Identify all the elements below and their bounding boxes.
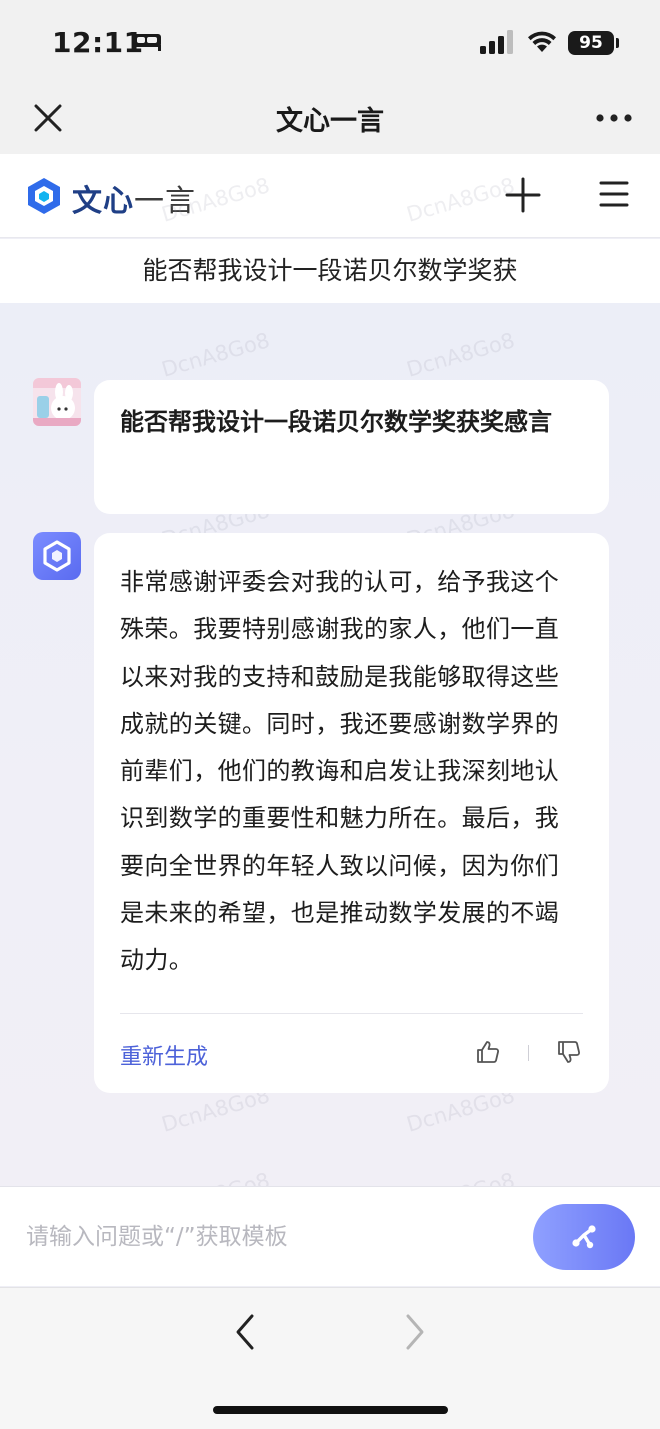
assistant-message-bubble: 非常感谢评委会对我的认可，给予我这个殊荣。我要特别感谢我的家人，他们一直以来对我… xyxy=(94,533,609,1093)
more-icon[interactable] xyxy=(594,112,634,124)
wechat-title-bar: 文心一言 xyxy=(0,82,660,154)
sleep-mode-icon xyxy=(133,34,161,51)
conversation-title: 能否帮我设计一段诺贝尔数学奖获 xyxy=(0,239,660,303)
cellular-signal-icon xyxy=(480,30,513,54)
assistant-avatar xyxy=(33,532,81,580)
status-time: 12:11 xyxy=(52,26,144,59)
wifi-icon xyxy=(528,31,556,52)
user-message-bubble: 能否帮我设计一段诺贝尔数学奖获奖感言 xyxy=(94,380,609,514)
input-bar xyxy=(0,1186,660,1286)
send-icon xyxy=(572,1225,596,1249)
status-bar: 12:11 95 xyxy=(0,0,660,82)
assistant-message-text: 非常感谢评委会对我的认可，给予我这个殊荣。我要特别感谢我的家人，他们一直以来对我… xyxy=(120,568,560,975)
bottom-navigation xyxy=(0,1287,660,1429)
plus-icon[interactable] xyxy=(504,176,542,214)
logo-text-bold: 文心 xyxy=(72,184,134,219)
watermark: DcnA8Go8 xyxy=(158,328,273,382)
menu-icon[interactable] xyxy=(598,178,630,210)
wenxin-bot-icon xyxy=(43,540,71,572)
user-avatar[interactable] xyxy=(33,378,81,426)
app-header: 文心一言 xyxy=(0,154,660,238)
app-logo-text: 文心一言 xyxy=(72,176,196,220)
battery-indicator: 95 xyxy=(568,31,614,55)
regenerate-button[interactable]: 重新生成 xyxy=(120,1039,208,1071)
action-separator xyxy=(528,1045,529,1061)
send-button[interactable] xyxy=(533,1204,635,1270)
question-input[interactable] xyxy=(26,1217,506,1257)
chevron-right-icon[interactable] xyxy=(400,1312,430,1352)
watermark: DcnA8Go8 xyxy=(403,328,518,382)
thumb-down-icon[interactable] xyxy=(556,1039,582,1065)
user-message-text: 能否帮我设计一段诺贝尔数学奖获奖感言 xyxy=(120,408,552,436)
thumb-up-icon[interactable] xyxy=(475,1039,501,1065)
chat-area: DcnA8Go8 DcnA8Go8 DcnA8Go8 DcnA8Go8 DcnA… xyxy=(0,173,660,1222)
chevron-left-icon[interactable] xyxy=(230,1312,260,1352)
logo-text-light: 一言 xyxy=(134,184,196,219)
battery-cap xyxy=(616,38,619,48)
divider xyxy=(120,1013,583,1014)
wenxin-logo-icon xyxy=(28,178,60,214)
home-indicator xyxy=(213,1406,448,1414)
wechat-title: 文心一言 xyxy=(276,106,384,137)
